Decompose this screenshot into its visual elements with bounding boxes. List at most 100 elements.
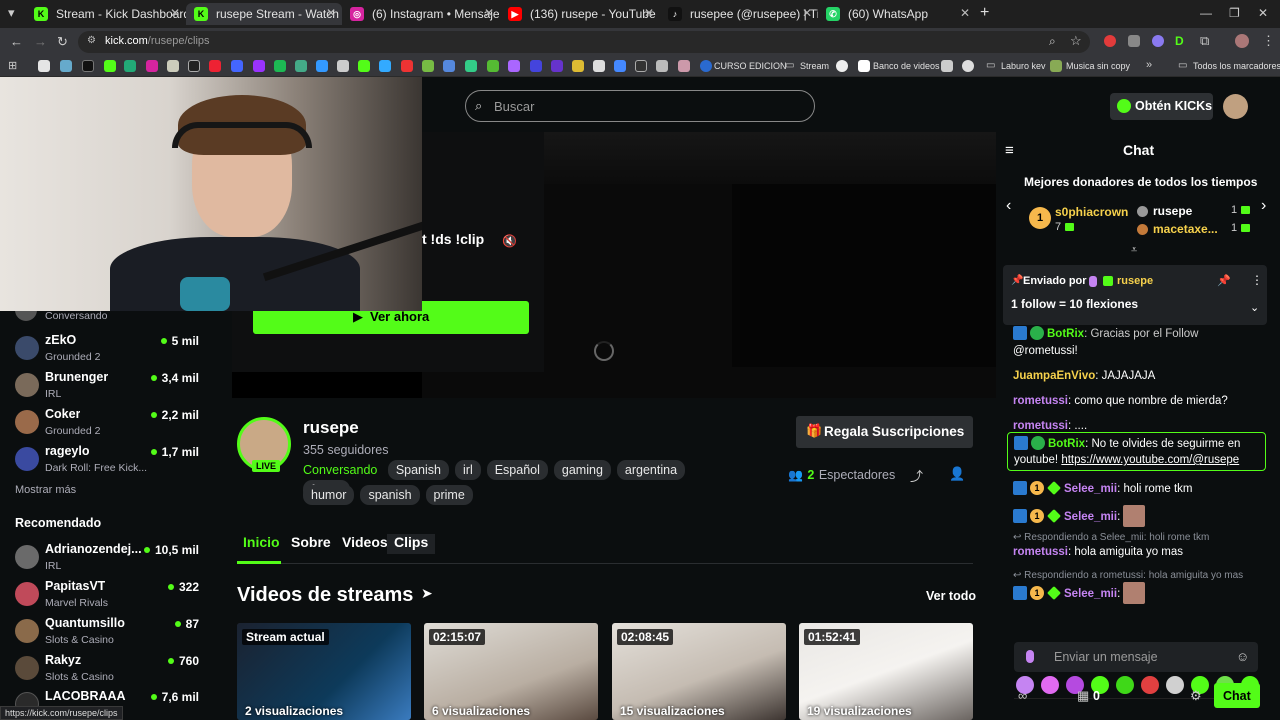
bookmark-icon[interactable] [443,60,455,72]
bookmark-icon[interactable] [231,60,243,72]
bookmark-icon[interactable] [316,60,328,72]
collapse-chat-icon[interactable]: ≡ [1005,142,1014,159]
window-close-icon[interactable]: ✕ [1258,6,1268,20]
bookmark-icon[interactable] [38,60,50,72]
reload-icon[interactable]: ↻ [57,34,68,50]
bookmark-icon[interactable] [678,60,690,72]
tag-pill[interactable]: spanish [360,485,420,505]
sidebar-recommended-channel[interactable]: PapitasVT Marvel Rivals 322 [15,578,205,614]
bookmark-icon[interactable] [508,60,520,72]
share-icon[interactable]: ⤴ [910,466,923,485]
kick-coins-icon[interactable]: ∞ [1018,688,1027,703]
emote-icon[interactable] [1141,676,1159,694]
sidebar-recommended-channel[interactable]: Quantumsillo Slots & Casino 87 [15,615,205,651]
bookmark-laburo[interactable]: Laburo kev [1001,61,1046,71]
bookmark-icon[interactable] [656,60,668,72]
chevron-down-icon[interactable]: ⌄ [1250,301,1259,314]
category-link[interactable]: Conversando [303,463,377,477]
bookmark-icon[interactable] [82,60,94,72]
see-all-link[interactable]: Ver todo [926,589,976,603]
more-options-icon[interactable]: ⋮ [1251,273,1263,287]
bookmark-banco[interactable]: Banco de videos [873,61,940,71]
address-bar[interactable]: ⚙ kick.com/rusepe/clips ⌕ ☆ [78,31,1090,53]
apps-grid-icon[interactable]: ⊞ [8,59,17,72]
bookmark-icon[interactable] [422,60,434,72]
youtube-link[interactable]: https://www.youtube.com/@rusepe [1061,454,1239,466]
tab-whatsapp[interactable]: ✆ (60) WhatsApp ✕ [818,3,976,25]
back-icon[interactable]: ← [10,34,23,49]
bookmark-stream[interactable]: Stream [800,61,829,71]
bookmark-icon[interactable] [836,60,848,72]
bookmark-icon[interactable] [337,60,349,72]
microphone-icon[interactable] [1026,650,1034,663]
video-thumbnail[interactable]: 01:52:41 19 visualizaciones [799,623,973,720]
sidebar-channel[interactable]: Brunenger IRL 3,4 mil [15,369,205,405]
bookmark-curso[interactable]: CURSO EDICION [714,61,787,71]
get-kicks-button[interactable]: Obtén KICKs [1110,93,1213,120]
close-icon[interactable]: ✕ [170,6,180,20]
bookmark-icon[interactable] [1050,60,1062,72]
emote-icon[interactable] [1041,676,1059,694]
bookmark-all[interactable]: Todos los marcadores [1193,61,1280,71]
extension-icon[interactable] [1128,35,1140,47]
search-input[interactable]: ⌕ Buscar [465,90,815,122]
tab-instagram[interactable]: ◎ (6) Instagram • Mensajes ✕ [342,3,500,25]
bookmark-star-icon[interactable]: ☆ [1070,33,1082,49]
tab-clips[interactable]: Clips [387,534,436,554]
tag-pill[interactable]: gaming [553,460,611,480]
bookmark-icon[interactable] [962,60,974,72]
send-chat-button[interactable]: Chat [1214,683,1260,708]
more-bookmarks-icon[interactable]: » [1146,59,1152,71]
user-avatar[interactable] [1223,94,1248,119]
emote-icon[interactable] [1166,676,1184,694]
extension-d-icon[interactable]: D [1175,34,1184,48]
bookmark-icon[interactable] [124,60,136,72]
bookmark-icon[interactable] [593,60,605,72]
close-icon[interactable]: ✕ [484,6,494,20]
bookmark-icon[interactable] [295,60,307,72]
bookmark-icon[interactable] [572,60,584,72]
sidebar-recommended-channel[interactable]: Rakyz Slots & Casino 760 [15,652,205,688]
tag-pill[interactable]: Spanish [387,460,449,480]
site-info-icon[interactable]: ⚙ [87,35,96,46]
bookmark-icon[interactable] [167,60,179,72]
minimize-icon[interactable]: — [1200,6,1212,20]
bookmark-icon[interactable] [379,60,391,72]
tag-pill[interactable]: argentina [616,460,686,480]
bookmark-icon[interactable] [274,60,286,72]
bookmark-icon[interactable] [530,60,542,72]
restore-icon[interactable]: ❐ [1229,6,1240,20]
bookmark-icon[interactable] [614,60,626,72]
zoom-icon[interactable]: ⌕ [1049,34,1056,49]
tab-videos[interactable]: Videos [342,534,388,550]
bookmark-icon[interactable] [401,60,413,72]
extensions-puzzle-icon[interactable]: ⧉ [1200,33,1209,49]
sidebar-channel[interactable]: Coker Grounded 2 2,2 mil [15,406,205,442]
sidebar-channel[interactable]: zEkO Grounded 2 5 mil [15,332,205,368]
settings-gear-icon[interactable]: ⚙ [1190,688,1202,704]
emote-icon[interactable] [1116,676,1134,694]
unpin-icon[interactable]: 📌 [1217,274,1231,287]
bookmark-musica[interactable]: Musica sin copy [1066,61,1130,71]
treasure-icon[interactable]: ▦ [1077,688,1089,704]
close-icon[interactable]: ✕ [326,6,336,20]
expand-icon[interactable]: ⩡ [1131,244,1137,257]
tag-pill[interactable]: prime [425,485,473,505]
tab-tiktok[interactable]: ♪ rusepee (@rusepee) | TikTok ✕ [660,3,818,25]
chevron-right-icon[interactable]: › [1261,197,1266,215]
bookmark-icon[interactable] [358,60,370,72]
close-icon[interactable]: ✕ [802,6,812,20]
close-icon[interactable]: ✕ [960,6,970,20]
bookmark-icon[interactable] [487,60,499,72]
sidebar-recommended-channel[interactable]: Adrianozendej... IRL 10,5 mil [15,541,205,577]
bookmark-icon[interactable] [635,60,647,72]
emoji-icon[interactable]: ☺ [1236,649,1249,664]
browser-menu-icon[interactable]: ⋮ [1262,33,1275,49]
chat-input[interactable]: Enviar un mensaje ☺ [1014,642,1258,672]
tab-youtube[interactable]: ▶ (136) rusepe - YouTube ✕ [500,3,660,25]
bookmark-icon[interactable] [551,60,563,72]
tag-pill[interactable]: irl [455,460,481,480]
extension-icon[interactable] [1104,35,1116,47]
chevron-left-icon[interactable]: ‹ [1006,197,1011,215]
tab-kick-dashboard[interactable]: K Stream - Kick Dashboard ✕ [26,3,186,25]
